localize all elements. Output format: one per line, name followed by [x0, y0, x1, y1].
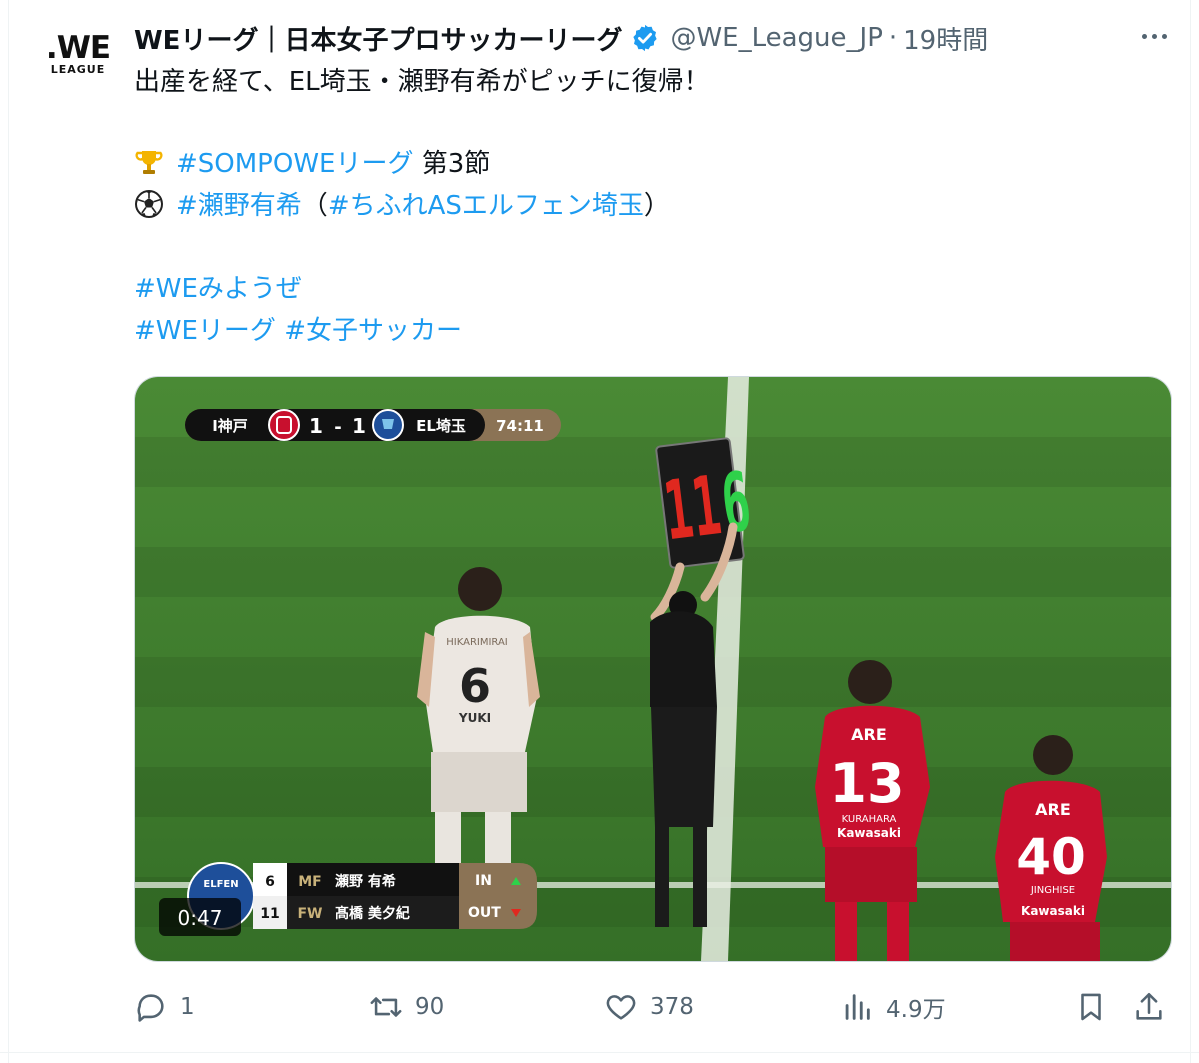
like-icon [606, 995, 636, 1020]
sub-in-label: IN [475, 873, 492, 889]
player-forty-sponsor: Kawasaki [1021, 904, 1085, 918]
hashtag-link[interactable]: #WEみようぜ [134, 274, 302, 304]
tweet-divider [0, 1052, 1199, 1053]
timeline-border-right [1190, 0, 1191, 1063]
bookmark-button[interactable] [1074, 985, 1120, 1029]
timestamp[interactable]: 19時間 [903, 20, 988, 57]
player-thirteen-name: KURAHARA [842, 814, 897, 825]
retweet-icon [370, 997, 402, 1017]
player-forty-number: 40 [1016, 828, 1086, 886]
tweet-text-fragment: ） [643, 191, 670, 221]
player-six-name: YUKI [458, 711, 491, 725]
sub-out-label: OUT [468, 905, 501, 921]
avatar-logo-text: .WE [45, 29, 111, 66]
tweet-text-line: #SOMPOWEリーグ 第3節 [134, 144, 490, 184]
player-six-number: 6 [459, 659, 491, 713]
share-button[interactable] [1132, 985, 1178, 1029]
scoreboard: I神戸 1 - 1 EL埼玉 74:11 [185, 409, 561, 441]
like-button[interactable]: 378 [604, 985, 694, 1029]
home-team-crest [268, 409, 300, 441]
score-separator: - [334, 417, 341, 438]
match-clock: 74:11 [496, 417, 544, 435]
away-team-crest-mark [382, 419, 394, 429]
home-score: 1 [309, 414, 323, 438]
sub-out-name: 髙橋 美夕紀 [335, 905, 410, 922]
avatar[interactable]: .WE LEAGUE [37, 13, 119, 95]
more-icon[interactable] [1134, 21, 1174, 51]
video-frame[interactable]: I神戸 1 - 1 EL埼玉 74:11 11 6 HIKARIMIRAI 6 … [135, 377, 1171, 961]
sub-out-number: 11 [260, 906, 279, 922]
home-team-name: I神戸 [212, 417, 248, 435]
player-thirteen-sponsor: Kawasaki [837, 826, 901, 840]
separator: · [888, 23, 898, 53]
tweet-actions: 1 90 378 4.9万 [134, 985, 1170, 1029]
team-logo-text: ELFEN [203, 879, 238, 890]
soccer-ball-icon [135, 190, 163, 218]
board-number-out: 11 [659, 458, 726, 559]
video-elapsed-time: 0:47 [178, 906, 223, 930]
hashtag-link[interactable]: #SOMPOWEリーグ [176, 149, 413, 179]
like-count: 378 [650, 994, 694, 1020]
away-team-name: EL埼玉 [416, 417, 466, 435]
view-count: 4.9万 [886, 997, 946, 1023]
avatar-logo-subtext: LEAGUE [50, 62, 106, 76]
handle[interactable]: @WE_League_JP [670, 23, 882, 53]
sub-in-name: 瀬野 有希 [335, 873, 396, 890]
reply-count: 1 [180, 994, 195, 1020]
player-six-sponsor: HIKARIMIRAI [446, 637, 508, 648]
player-forty-top: ARE [1035, 800, 1071, 819]
trophy-icon [135, 151, 163, 174]
display-name[interactable]: WEリーグ｜日本女子プロサッカーリーグ [134, 20, 622, 57]
views-icon [845, 994, 870, 1020]
player-thirteen-number: 13 [829, 752, 904, 815]
share-icon [1136, 992, 1162, 1020]
sub-in-number: 6 [265, 874, 275, 890]
bookmark-icon [1081, 993, 1101, 1021]
reply-icon [137, 994, 164, 1022]
retweet-count: 90 [415, 994, 445, 1020]
sub-out-position: FW [297, 906, 322, 922]
tweet-text-line: #WEみようぜ [134, 269, 302, 309]
hashtag-link[interactable]: #WEリーグ [134, 316, 276, 346]
timeline-border-left [8, 0, 9, 1063]
video-player[interactable]: I神戸 1 - 1 EL埼玉 74:11 11 6 HIKARIMIRAI 6 … [134, 376, 1172, 962]
retweet-button[interactable]: 90 [369, 985, 444, 1029]
tweet-text-line: #瀬野有希（#ちふれASエルフェン埼玉） [134, 186, 670, 226]
views-button[interactable]: 4.9万 [840, 985, 946, 1029]
player-forty-name: JINGHISE [1030, 885, 1075, 896]
tweet-text-line: #WEリーグ #女子サッカー [134, 311, 462, 351]
away-score: 1 [352, 414, 366, 438]
hashtag-link[interactable]: #瀬野有希 [176, 191, 302, 221]
reply-button[interactable]: 1 [134, 985, 195, 1029]
player-thirteen-top: ARE [851, 725, 887, 744]
hashtag-link[interactable]: #ちふれASエルフェン埼玉 [328, 191, 644, 221]
tweet-text-fragment: 第3節 [413, 149, 491, 179]
tweet-header: WEリーグ｜日本女子プロサッカーリーグ @WE_League_JP · 19時間 [134, 16, 988, 60]
tweet-text-fragment: （ [301, 191, 328, 221]
tweet-text-line: 出産を経て、EL埼玉・瀬野有希がピッチに復帰！ [134, 67, 710, 97]
verified-badge-icon[interactable] [630, 23, 660, 53]
sub-in-position: MF [298, 874, 322, 890]
hashtag-link[interactable]: #女子サッカー [284, 316, 462, 346]
